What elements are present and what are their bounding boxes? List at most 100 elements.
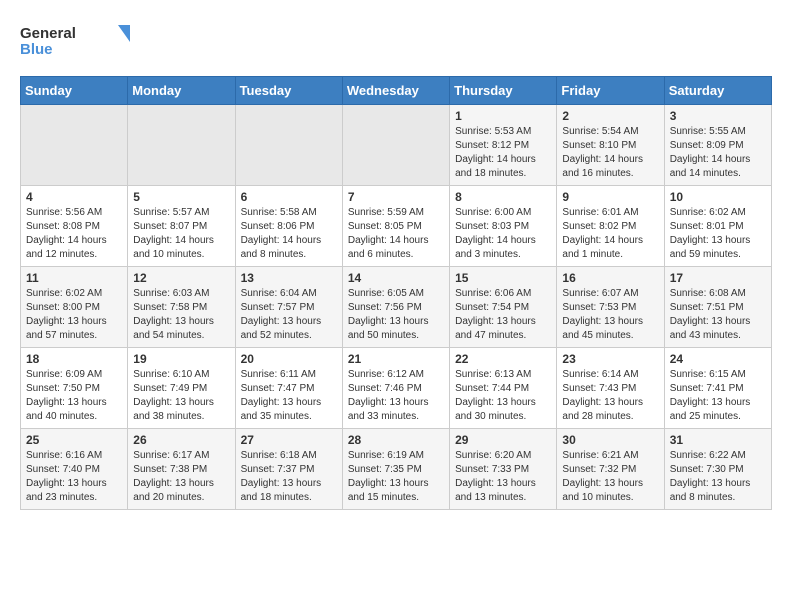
logo-svg: General Blue [20, 20, 130, 60]
day-info: Sunrise: 6:21 AM Sunset: 7:32 PM Dayligh… [562, 449, 658, 505]
day-info: Sunrise: 6:08 AM Sunset: 7:51 PM Dayligh… [670, 287, 766, 343]
week-row-1: 1 Sunrise: 5:53 AM Sunset: 8:12 PM Daylig… [21, 105, 772, 186]
day-info: Sunrise: 6:10 AM Sunset: 7:49 PM Dayligh… [133, 368, 229, 424]
calendar-cell: 19 Sunrise: 6:10 AM Sunset: 7:49 PM Dayli… [128, 348, 235, 429]
day-number: 7 [348, 190, 444, 204]
calendar-cell: 20 Sunrise: 6:11 AM Sunset: 7:47 PM Dayli… [235, 348, 342, 429]
day-info: Sunrise: 5:54 AM Sunset: 8:10 PM Dayligh… [562, 125, 658, 181]
day-number: 28 [348, 433, 444, 447]
header-row: SundayMondayTuesdayWednesdayThursdayFrid… [21, 77, 772, 105]
day-number: 21 [348, 352, 444, 366]
calendar-cell [128, 105, 235, 186]
svg-text:Blue: Blue [20, 41, 53, 58]
day-number: 3 [670, 109, 766, 123]
calendar-cell: 29Sunrise: 6:20 AM Sunset: 7:33 PM Dayli… [450, 429, 557, 510]
week-row-2: 4 Sunrise: 5:56 AM Sunset: 8:08 PM Daylig… [21, 186, 772, 267]
day-number: 14 [348, 271, 444, 285]
calendar-cell: 4 Sunrise: 5:56 AM Sunset: 8:08 PM Daylig… [21, 186, 128, 267]
day-number: 26 [133, 433, 229, 447]
calendar-cell: 8 Sunrise: 6:00 AM Sunset: 8:03 PM Daylig… [450, 186, 557, 267]
day-number: 12 [133, 271, 229, 285]
calendar-cell: 17 Sunrise: 6:08 AM Sunset: 7:51 PM Dayli… [664, 267, 771, 348]
calendar-cell: 14 Sunrise: 6:05 AM Sunset: 7:56 PM Dayli… [342, 267, 449, 348]
day-info: Sunrise: 5:53 AM Sunset: 8:12 PM Dayligh… [455, 125, 551, 181]
day-info: Sunrise: 6:09 AM Sunset: 7:50 PM Dayligh… [26, 368, 122, 424]
day-info: Sunrise: 6:00 AM Sunset: 8:03 PM Dayligh… [455, 206, 551, 262]
day-number: 11 [26, 271, 122, 285]
day-info: Sunrise: 6:05 AM Sunset: 7:56 PM Dayligh… [348, 287, 444, 343]
day-info: Sunrise: 6:13 AM Sunset: 7:44 PM Dayligh… [455, 368, 551, 424]
calendar-cell: 13Sunrise: 6:04 AM Sunset: 7:57 PM Dayli… [235, 267, 342, 348]
day-number: 24 [670, 352, 766, 366]
calendar-cell [235, 105, 342, 186]
calendar-cell: 24 Sunrise: 6:15 AM Sunset: 7:41 PM Dayli… [664, 348, 771, 429]
calendar-cell: 21 Sunrise: 6:12 AM Sunset: 7:46 PM Dayli… [342, 348, 449, 429]
calendar-cell: 28 Sunrise: 6:19 AM Sunset: 7:35 PM Dayli… [342, 429, 449, 510]
day-info: Sunrise: 5:58 AM Sunset: 8:06 PM Dayligh… [241, 206, 337, 262]
day-number: 19 [133, 352, 229, 366]
calendar-table: SundayMondayTuesdayWednesdayThursdayFrid… [20, 76, 772, 510]
day-info: Sunrise: 6:12 AM Sunset: 7:46 PM Dayligh… [348, 368, 444, 424]
header-day-sunday: Sunday [21, 77, 128, 105]
calendar-cell: 11 Sunrise: 6:02 AM Sunset: 8:00 PM Dayli… [21, 267, 128, 348]
day-info: Sunrise: 6:03 AM Sunset: 7:58 PM Dayligh… [133, 287, 229, 343]
day-number: 6 [241, 190, 337, 204]
calendar-cell: 31 Sunrise: 6:22 AM Sunset: 7:30 PM Dayli… [664, 429, 771, 510]
day-info: Sunrise: 6:11 AM Sunset: 7:47 PM Dayligh… [241, 368, 337, 424]
day-number: 23 [562, 352, 658, 366]
calendar-cell: 7Sunrise: 5:59 AM Sunset: 8:05 PM Daylig… [342, 186, 449, 267]
day-info: Sunrise: 6:22 AM Sunset: 7:30 PM Dayligh… [670, 449, 766, 505]
header-day-friday: Friday [557, 77, 664, 105]
calendar-cell [342, 105, 449, 186]
calendar-cell: 30 Sunrise: 6:21 AM Sunset: 7:32 PM Dayli… [557, 429, 664, 510]
day-info: Sunrise: 6:15 AM Sunset: 7:41 PM Dayligh… [670, 368, 766, 424]
calendar-cell: 5 Sunrise: 5:57 AM Sunset: 8:07 PM Daylig… [128, 186, 235, 267]
day-number: 25 [26, 433, 122, 447]
day-number: 4 [26, 190, 122, 204]
day-number: 18 [26, 352, 122, 366]
calendar-cell: 23 Sunrise: 6:14 AM Sunset: 7:43 PM Dayli… [557, 348, 664, 429]
calendar-cell: 10Sunrise: 6:02 AM Sunset: 8:01 PM Dayli… [664, 186, 771, 267]
calendar-cell: 18 Sunrise: 6:09 AM Sunset: 7:50 PM Dayli… [21, 348, 128, 429]
day-info: Sunrise: 6:20 AM Sunset: 7:33 PM Dayligh… [455, 449, 551, 505]
day-number: 9 [562, 190, 658, 204]
calendar-cell: 6 Sunrise: 5:58 AM Sunset: 8:06 PM Daylig… [235, 186, 342, 267]
day-number: 1 [455, 109, 551, 123]
day-info: Sunrise: 6:17 AM Sunset: 7:38 PM Dayligh… [133, 449, 229, 505]
day-info: Sunrise: 5:56 AM Sunset: 8:08 PM Dayligh… [26, 206, 122, 262]
calendar-cell: 26 Sunrise: 6:17 AM Sunset: 7:38 PM Dayli… [128, 429, 235, 510]
day-number: 2 [562, 109, 658, 123]
day-number: 30 [562, 433, 658, 447]
calendar-cell: 22 Sunrise: 6:13 AM Sunset: 7:44 PM Dayli… [450, 348, 557, 429]
day-info: Sunrise: 6:04 AM Sunset: 7:57 PM Dayligh… [241, 287, 337, 343]
day-info: Sunrise: 6:18 AM Sunset: 7:37 PM Dayligh… [241, 449, 337, 505]
day-number: 5 [133, 190, 229, 204]
day-number: 31 [670, 433, 766, 447]
day-number: 27 [241, 433, 337, 447]
week-row-4: 18 Sunrise: 6:09 AM Sunset: 7:50 PM Dayli… [21, 348, 772, 429]
day-number: 15 [455, 271, 551, 285]
header-day-wednesday: Wednesday [342, 77, 449, 105]
day-number: 8 [455, 190, 551, 204]
header-day-monday: Monday [128, 77, 235, 105]
day-info: Sunrise: 5:57 AM Sunset: 8:07 PM Dayligh… [133, 206, 229, 262]
day-info: Sunrise: 6:07 AM Sunset: 7:53 PM Dayligh… [562, 287, 658, 343]
calendar-cell: 15Sunrise: 6:06 AM Sunset: 7:54 PM Dayli… [450, 267, 557, 348]
header-day-tuesday: Tuesday [235, 77, 342, 105]
header-day-thursday: Thursday [450, 77, 557, 105]
day-info: Sunrise: 6:19 AM Sunset: 7:35 PM Dayligh… [348, 449, 444, 505]
calendar-cell: 1 Sunrise: 5:53 AM Sunset: 8:12 PM Daylig… [450, 105, 557, 186]
day-number: 22 [455, 352, 551, 366]
day-number: 16 [562, 271, 658, 285]
header-day-saturday: Saturday [664, 77, 771, 105]
calendar-cell: 27 Sunrise: 6:18 AM Sunset: 7:37 PM Dayli… [235, 429, 342, 510]
logo: General Blue [20, 20, 130, 60]
day-info: Sunrise: 6:14 AM Sunset: 7:43 PM Dayligh… [562, 368, 658, 424]
calendar-cell: 12 Sunrise: 6:03 AM Sunset: 7:58 PM Dayli… [128, 267, 235, 348]
day-number: 20 [241, 352, 337, 366]
day-info: Sunrise: 6:02 AM Sunset: 8:00 PM Dayligh… [26, 287, 122, 343]
day-info: Sunrise: 6:01 AM Sunset: 8:02 PM Dayligh… [562, 206, 658, 262]
day-info: Sunrise: 6:16 AM Sunset: 7:40 PM Dayligh… [26, 449, 122, 505]
day-number: 17 [670, 271, 766, 285]
page-header: General Blue [20, 20, 772, 60]
